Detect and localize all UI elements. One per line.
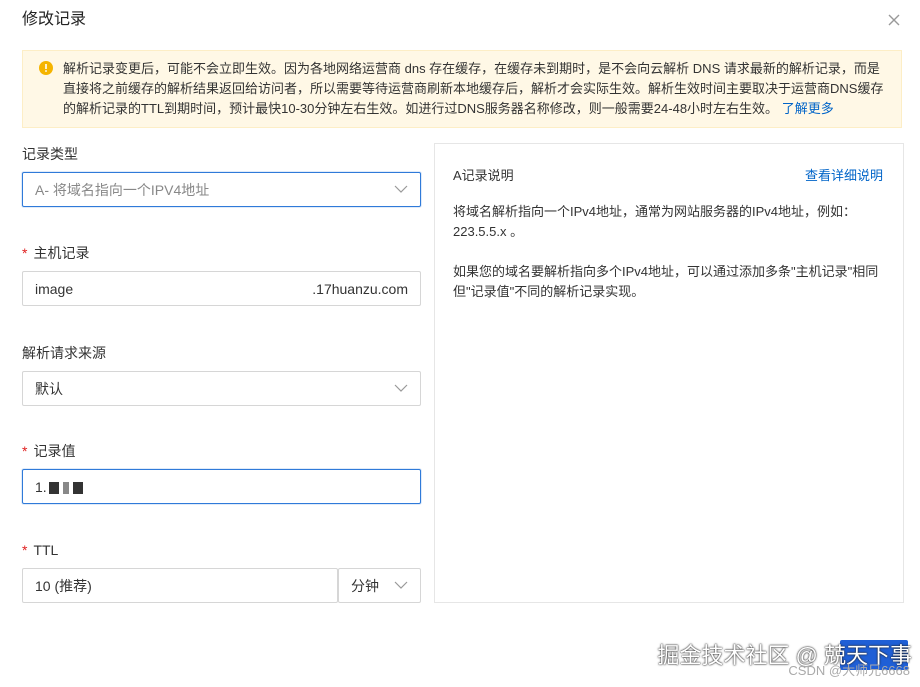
domain-suffix: .17huanzu.com: [312, 281, 408, 297]
notice-banner: 解析记录变更后，可能不会立即生效。因为各地网络运营商 dns 存在缓存，在缓存未…: [22, 50, 902, 128]
request-source-label: 解析请求来源: [22, 345, 106, 361]
help-title: A记录说明: [453, 168, 514, 183]
record-value-visible: 1.: [35, 479, 47, 495]
chevron-down-icon: [394, 581, 408, 589]
record-value-label: * 记录值: [22, 442, 75, 460]
info-icon: [39, 61, 53, 75]
a-record-help-panel: A记录说明 查看详细说明 将域名解析指向一个IPv4地址，通常为网站服务器的IP…: [434, 143, 904, 603]
record-type-label: 记录类型: [22, 146, 78, 162]
ttl-unit-value: 分钟: [351, 578, 379, 594]
ttl-select[interactable]: 10 (推荐): [22, 568, 338, 603]
request-source-select[interactable]: 默认: [22, 371, 421, 406]
csdn-watermark: CSDN @大师兄6668: [788, 663, 910, 678]
host-record-label: * 主机记录: [22, 244, 89, 262]
help-paragraph-1: 将域名解析指向一个IPv4地址，通常为网站服务器的IPv4地址，例如：223.5…: [453, 204, 857, 239]
close-icon[interactable]: [884, 10, 904, 30]
ttl-unit-select[interactable]: 分钟: [338, 568, 421, 603]
record-value-text: 1.: [35, 478, 85, 496]
record-value-input[interactable]: 1.: [22, 469, 421, 504]
required-mark: *: [22, 245, 28, 261]
view-details-link[interactable]: 查看详细说明: [805, 165, 883, 184]
notice-text: 解析记录变更后，可能不会立即生效。因为各地网络运营商 dns 存在缓存，在缓存未…: [63, 59, 891, 119]
help-paragraph-2: 如果您的域名要解析指向多个IPv4地址，可以通过添加多条"主机记录"相同但"记录…: [453, 264, 879, 299]
chevron-down-icon: [394, 384, 408, 392]
redaction-block: [62, 482, 69, 495]
ttl-value: 10 (推荐): [35, 578, 92, 594]
required-mark: *: [22, 542, 28, 558]
redaction-block: [72, 482, 83, 495]
request-source-value: 默认: [35, 381, 63, 397]
host-record-label-text: 主机记录: [33, 245, 90, 261]
learn-more-link[interactable]: 了解更多: [782, 101, 834, 116]
record-type-select[interactable]: A- 将域名指向一个IPV4地址: [22, 172, 421, 207]
record-type-value: A- 将域名指向一个IPV4地址: [35, 182, 210, 198]
chevron-down-icon: [394, 185, 408, 193]
host-record-value: image: [35, 281, 74, 297]
required-mark: *: [22, 443, 28, 459]
ttl-label: * TTL: [22, 541, 58, 559]
redaction-block: [48, 482, 59, 495]
notice-message: 解析记录变更后，可能不会立即生效。因为各地网络运营商 dns 存在缓存，在缓存未…: [63, 61, 884, 116]
host-record-input[interactable]: image .17huanzu.com: [22, 271, 421, 306]
record-value-label-text: 记录值: [33, 443, 76, 459]
dialog-title: 修改记录: [22, 11, 87, 28]
ttl-label-text: TTL: [33, 542, 59, 558]
